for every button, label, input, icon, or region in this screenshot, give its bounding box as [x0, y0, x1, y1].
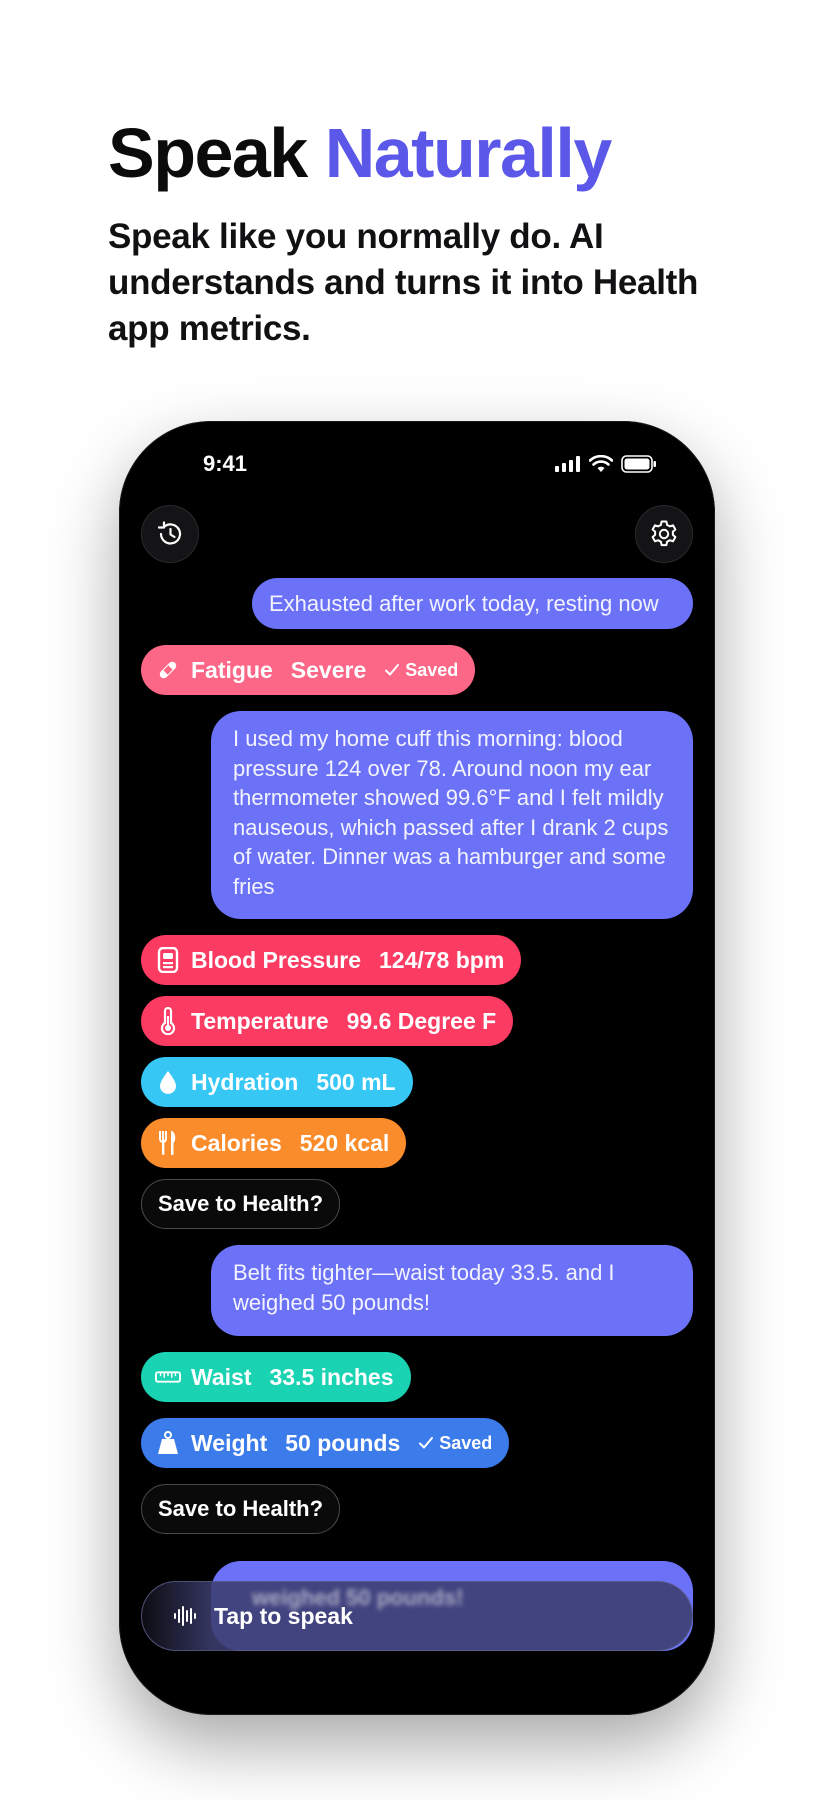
- metric-pill-calories[interactable]: Calories 520 kcal: [141, 1118, 407, 1168]
- user-message-3: Belt fits tighter—waist today 33.5. and …: [211, 1245, 693, 1336]
- metric-value: 33.5 inches: [269, 1363, 394, 1390]
- settings-button[interactable]: [635, 505, 693, 563]
- tap-to-speak-label: Tap to speak: [214, 1602, 353, 1629]
- metric-label: Temperature: [191, 1007, 329, 1034]
- history-icon: [157, 521, 182, 545]
- saved-label: Saved: [439, 1432, 493, 1453]
- phone-frame: 9:41 Exhausted after work today, resting…: [119, 421, 715, 1715]
- metric-value: 50 pounds: [285, 1429, 401, 1456]
- saved-status: Saved: [384, 660, 458, 681]
- cuff-monitor-icon: [155, 947, 181, 973]
- user-message-2: I used my home cuff this morning: blood …: [211, 711, 693, 919]
- tap-to-speak-button[interactable]: weighed 50 pounds! Tap to speak: [141, 1581, 693, 1651]
- thermometer-icon: [155, 1007, 181, 1035]
- bandage-icon: [155, 657, 181, 683]
- metric-pill-waist[interactable]: Waist 33.5 inches: [141, 1352, 411, 1402]
- wifi-icon: [589, 455, 613, 472]
- tape-measure-icon: [155, 1364, 181, 1390]
- scale-weight-icon: [155, 1430, 181, 1456]
- chat-thread: Exhausted after work today, resting now …: [141, 578, 693, 1534]
- tap-to-speak-area: weighed 50 pounds! Tap to speak: [141, 1561, 693, 1651]
- metric-label: Blood Pressure: [191, 946, 361, 973]
- metric-pill-hydration[interactable]: Hydration 500 mL: [141, 1057, 413, 1107]
- metric-value: Severe: [290, 656, 367, 683]
- saved-status: Saved: [418, 1433, 492, 1454]
- metric-value: 99.6 Degree F: [346, 1007, 497, 1034]
- waveform-icon: [172, 1603, 198, 1629]
- metric-value: 500 mL: [316, 1068, 396, 1095]
- metric-label: Hydration: [191, 1068, 299, 1095]
- battery-icon: [621, 455, 656, 473]
- metric-value: 520 kcal: [299, 1129, 390, 1156]
- status-icons: [555, 455, 657, 473]
- drop-icon: [155, 1069, 181, 1095]
- metric-label: Waist: [191, 1363, 252, 1390]
- metric-pill-blood-pressure[interactable]: Blood Pressure 124/78 bpm: [141, 935, 522, 985]
- user-message-1: Exhausted after work today, resting now: [252, 578, 693, 629]
- checkmark-icon: [385, 664, 400, 676]
- metric-pill-fatigue[interactable]: Fatigue Severe Saved: [141, 645, 476, 695]
- save-to-health-button-1[interactable]: Save to Health?: [141, 1179, 341, 1229]
- history-button[interactable]: [141, 505, 199, 563]
- headline-word-2: Naturally: [324, 114, 613, 192]
- headline-word-1: Speak: [108, 114, 308, 192]
- saved-label: Saved: [405, 659, 459, 680]
- metric-pill-temperature[interactable]: Temperature 99.6 Degree F: [141, 996, 514, 1046]
- metric-label: Fatigue: [191, 656, 273, 683]
- headline: Speak Naturally: [108, 108, 613, 198]
- save-to-health-button-2[interactable]: Save to Health?: [141, 1484, 341, 1534]
- subheadline: Speak like you normally do. AI understan…: [108, 217, 699, 348]
- fork-knife-icon: [155, 1130, 181, 1156]
- checkmark-icon: [419, 1437, 434, 1449]
- gear-icon: [651, 520, 677, 547]
- cellular-signal-icon: [555, 456, 580, 472]
- metric-value: 124/78 bpm: [379, 946, 505, 973]
- status-time: 9:41: [203, 451, 248, 476]
- metric-label: Weight: [191, 1429, 268, 1456]
- metric-pill-weight[interactable]: Weight 50 pounds Saved: [141, 1418, 510, 1468]
- metric-label: Calories: [191, 1129, 282, 1156]
